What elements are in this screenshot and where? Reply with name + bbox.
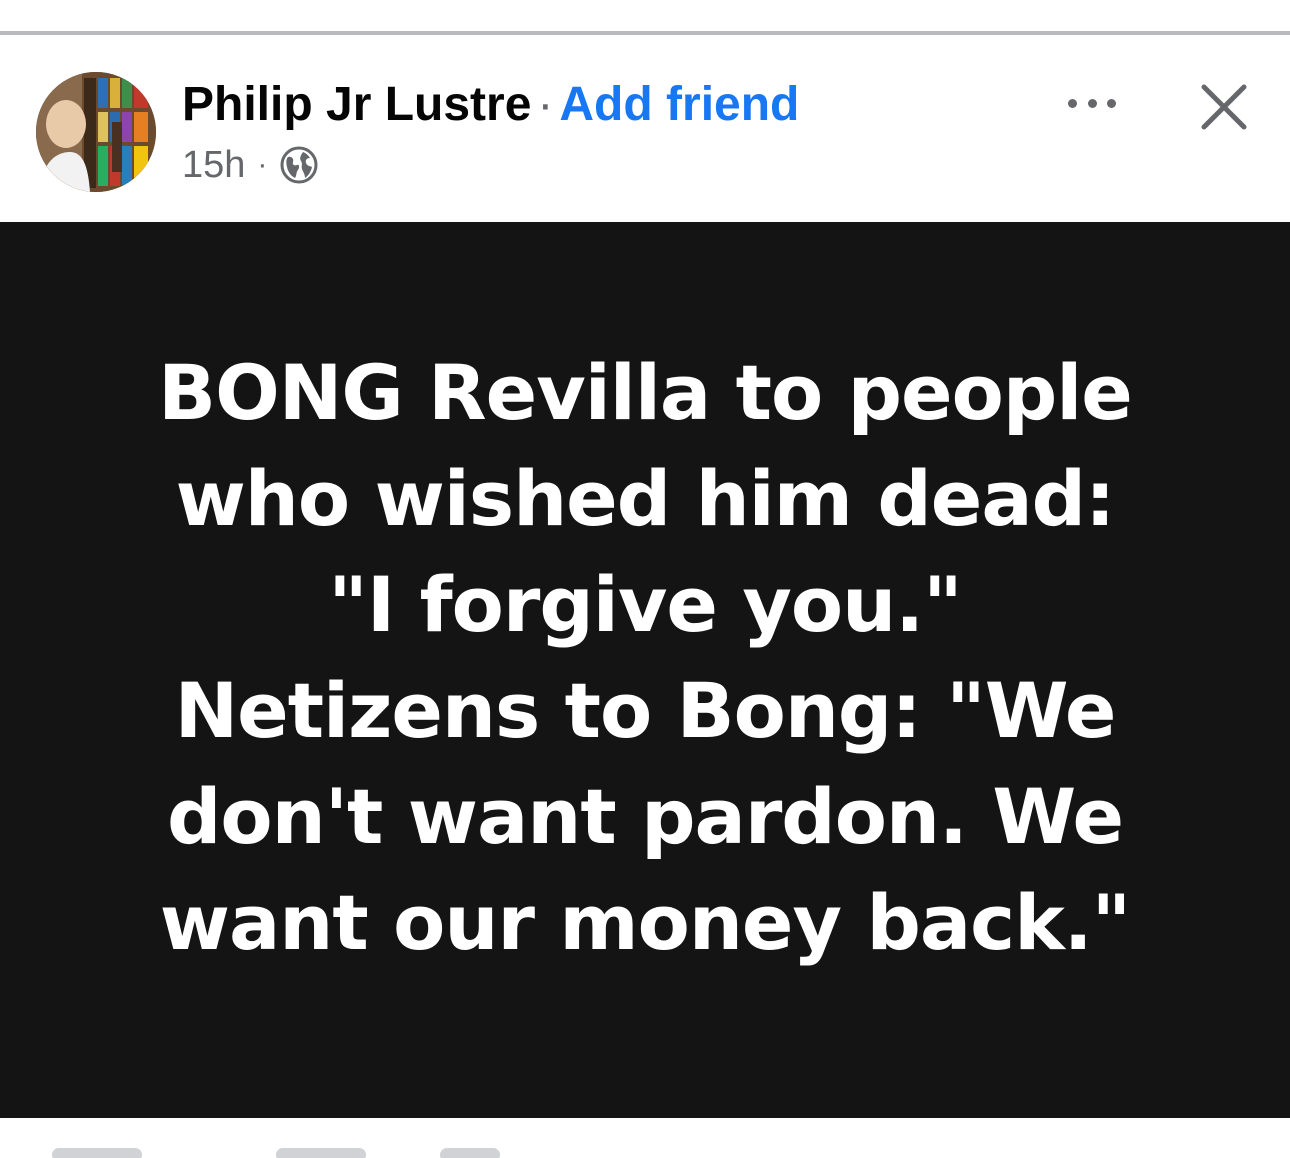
more-dot — [1068, 98, 1077, 108]
post-text-line: BONG Revilla to people — [158, 348, 1133, 437]
add-friend-link[interactable]: Add friend — [559, 78, 799, 131]
avatar[interactable] — [36, 72, 156, 192]
more-options-icon — [1068, 98, 1116, 108]
post-text-line: don't want pardon. We — [166, 772, 1124, 861]
more-options-button[interactable] — [1060, 83, 1124, 123]
author-name[interactable]: Philip Jr Lustre — [182, 78, 531, 131]
post-footer-partial — [0, 1118, 1290, 1158]
post-header: Philip Jr Lustre · Add friend 15h · — [0, 35, 1290, 222]
avatar-image — [36, 72, 156, 192]
post-text: BONG Revilla to people who wished him de… — [60, 340, 1230, 976]
close-icon — [1201, 84, 1247, 130]
facebook-post-screen: Philip Jr Lustre · Add friend 15h · BONG… — [0, 0, 1290, 1158]
close-button[interactable] — [1196, 79, 1252, 135]
post-text-line: "I forgive you." — [328, 560, 962, 649]
footer-hint — [276, 1148, 366, 1158]
post-text-line: who wished him dead: — [175, 454, 1116, 543]
post-timestamp[interactable]: 15h — [182, 144, 245, 187]
author-separator: · — [537, 78, 554, 131]
post-text-card[interactable]: BONG Revilla to people who wished him de… — [0, 222, 1290, 1118]
globe-icon — [280, 146, 318, 184]
post-text-line: Netizens to Bong: "We — [174, 666, 1117, 755]
meta-separator: · — [257, 148, 268, 181]
footer-hint — [440, 1148, 500, 1158]
more-dot — [1087, 98, 1097, 108]
footer-hint — [52, 1148, 142, 1158]
post-meta: 15h · — [182, 141, 319, 189]
more-dot — [1107, 98, 1116, 108]
author-line: Philip Jr Lustre · Add friend — [182, 75, 799, 135]
post-text-line: want our money back." — [159, 878, 1131, 967]
